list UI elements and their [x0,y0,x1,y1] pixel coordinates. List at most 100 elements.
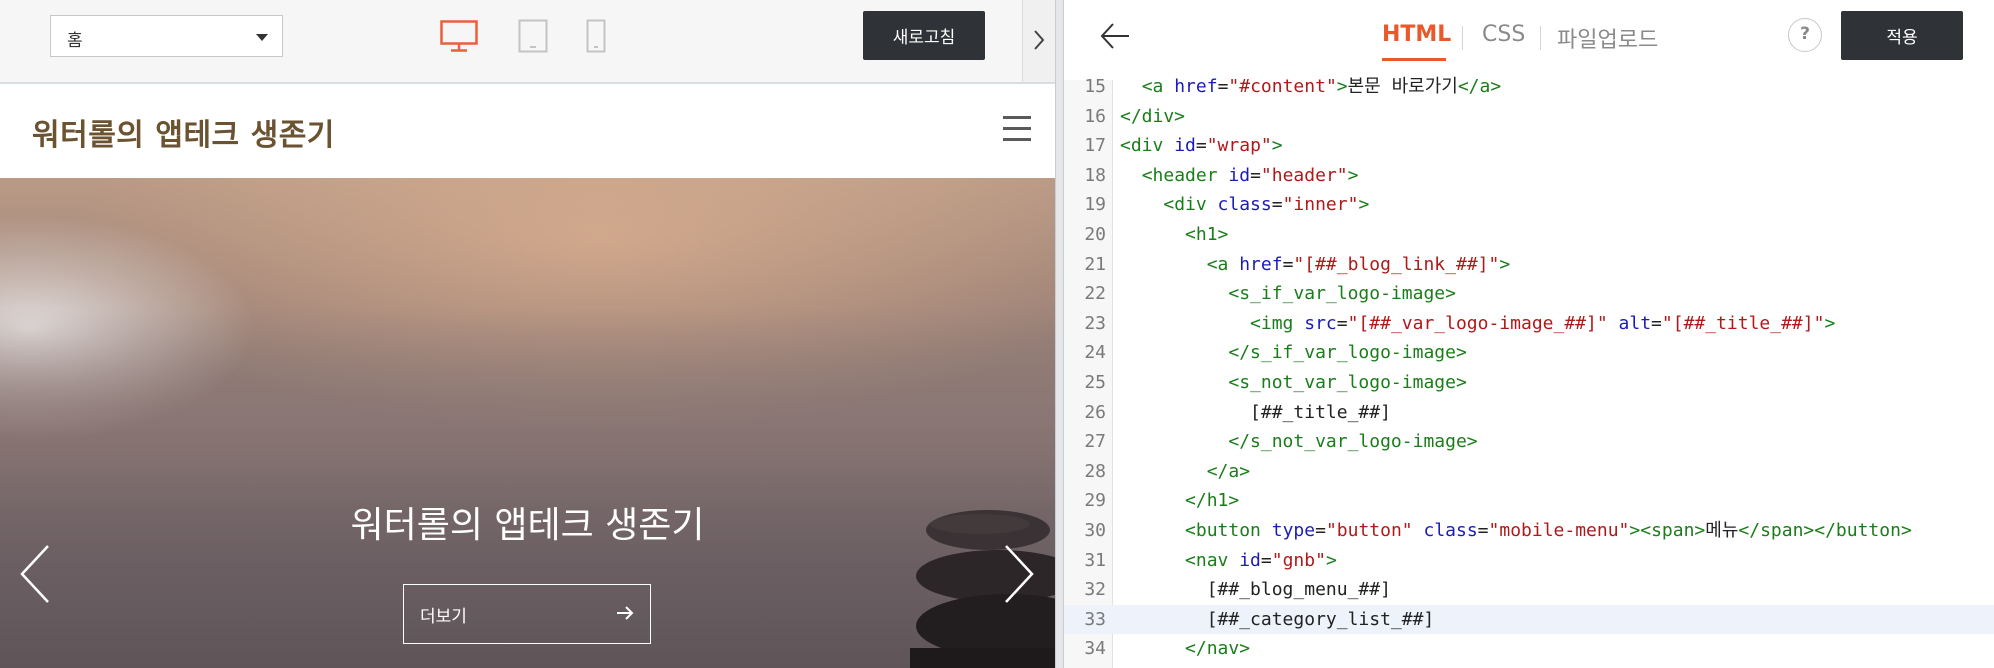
code-token: 메뉴 [1705,520,1739,541]
code-line[interactable]: 34 </nav> [1064,634,1994,664]
menu-icon[interactable] [1003,116,1031,142]
code-token: </a> [1457,76,1502,97]
code-line[interactable]: 17 <div id="wrap"> [1064,131,1994,161]
line-number: 31 [1084,549,1106,571]
line-number: 25 [1084,372,1106,393]
tab-divider [1540,26,1541,50]
code-token: <a [1141,76,1175,97]
blog-title[interactable]: 워터롤의 앱테크 생존기 [32,110,335,154]
code-token: <header [1141,164,1229,186]
code-token: > [1336,76,1348,97]
code-token: id [1228,164,1251,186]
line-number: 28 [1084,460,1106,482]
line-code: <s_if_var_logo-image> [1120,279,1456,309]
line-number: 30 [1084,520,1106,541]
line-code: </s_if_var_logo-image> [1120,338,1466,368]
code-line[interactable]: 27 </s_not_var_logo-image> [1064,427,1994,457]
line-code: <nav id="gnb"> [1120,546,1337,576]
code-line[interactable]: 30 <button type="button" class="mobile-m… [1064,516,1994,546]
code-line[interactable]: 20 <h1> [1064,220,1994,250]
line-code: <button type="button" class="mobile-menu… [1120,516,1912,546]
line-code: </s_not_var_logo-image> [1120,427,1477,457]
code-line[interactable]: 25 <s_not_var_logo-image> [1064,368,1994,398]
more-button[interactable]: 더보기 [403,584,651,644]
blog-header: 워터롤의 앱테크 생존기 [0,84,1055,178]
code-line[interactable]: 23 <img src="[##_var_logo-image_##]" alt… [1064,309,1994,339]
code-token: [##_category_list_##] [1120,608,1435,630]
code-token: type [1271,520,1316,541]
panel-splitter[interactable] [1055,0,1064,668]
line-number: 16 [1084,105,1106,127]
code-token: "wrap" [1206,135,1272,157]
line-number: 33 [1084,608,1106,630]
refresh-button[interactable]: 새로고침 [863,11,985,60]
code-token: "[##_title_##]" [1661,312,1825,334]
code-line[interactable]: 15 <a href="#content">본문 바로가기</a> [1064,72,1994,102]
line-code: <h1> [1120,220,1228,250]
code-token: "gnb" [1271,549,1326,571]
code-token: 본문 바로가기 [1347,76,1458,97]
tab-html[interactable]: HTML [1382,22,1451,47]
tab-css[interactable]: CSS [1482,22,1525,47]
line-code: <img src="[##_var_logo-image_##]" alt="[… [1120,309,1835,339]
slide-prev-arrow-icon[interactable] [18,544,52,604]
back-arrow-icon[interactable] [1099,20,1131,52]
code-line[interactable]: 28 </a> [1064,457,1994,487]
code-line[interactable]: 22 <s_if_var_logo-image> [1064,279,1994,309]
mobile-icon[interactable] [586,19,606,53]
code-line[interactable]: 32 [##_blog_menu_##] [1064,575,1994,605]
code-token: <div [1120,135,1175,157]
hero-banner: 워터롤의 앱테크 생존기 더보기 [0,178,1055,668]
code-token: alt [1618,312,1652,334]
code-token: <s_not_var_logo-image> [1228,372,1467,393]
line-code: <a href="[##_blog_link_##]"> [1120,250,1510,280]
code-token: = [1260,549,1272,571]
line-number: 26 [1084,401,1106,423]
page-select-value: 홈 [67,31,83,51]
code-token: <div [1163,194,1218,216]
code-token: class [1423,520,1478,541]
apply-button[interactable]: 적용 [1841,11,1963,60]
code-token: "mobile-menu" [1488,520,1630,541]
code-token: id [1239,549,1261,571]
tab-file-upload[interactable]: 파일업로드 [1557,22,1658,54]
code-line[interactable]: 16 </div> [1064,102,1994,132]
code-line[interactable]: 24 </s_if_var_logo-image> [1064,338,1994,368]
code-line[interactable]: 33 [##_category_list_##] [1064,604,1994,635]
code-line[interactable]: 18 <header id="header"> [1064,161,1994,191]
code-editor[interactable]: 15 <a href="#content">본문 바로가기</a> 16 </div… [1064,76,1994,668]
code-line[interactable]: 19 <div class="inner"> [1064,190,1994,220]
code-token: = [1336,312,1348,334]
page-select[interactable]: 홈 [50,15,283,57]
collapse-panel-button[interactable] [1022,0,1055,82]
code-line[interactable]: 29 </h1> [1064,486,1994,516]
code-token: </span></button> [1738,520,1912,541]
code-token: <a [1206,253,1240,275]
hero-haze [0,308,1055,508]
line-number: 21 [1084,253,1106,275]
code-token: > [1499,253,1511,275]
code-line[interactable]: 26 [##_title_##] [1064,398,1994,428]
code-token: = [1217,76,1229,97]
code-token: = [1250,164,1261,186]
line-number: 24 [1084,342,1106,364]
code-token: = [1195,135,1207,157]
code-line[interactable]: 31 <nav id="gnb"> [1064,546,1994,576]
help-button[interactable]: ? [1788,18,1822,52]
tablet-icon[interactable] [518,19,548,53]
line-number: 20 [1084,224,1106,245]
slide-next-arrow-icon[interactable] [1002,544,1036,604]
desktop-icon[interactable] [440,20,478,52]
more-button-label: 더보기 [420,606,467,627]
line-code: <div id="wrap"> [1120,131,1283,161]
line-number: 22 [1084,283,1106,305]
code-token: = [1271,194,1283,216]
code-token: src [1304,312,1337,334]
code-line[interactable]: 21 <a href="[##_blog_link_##]"> [1064,250,1994,280]
